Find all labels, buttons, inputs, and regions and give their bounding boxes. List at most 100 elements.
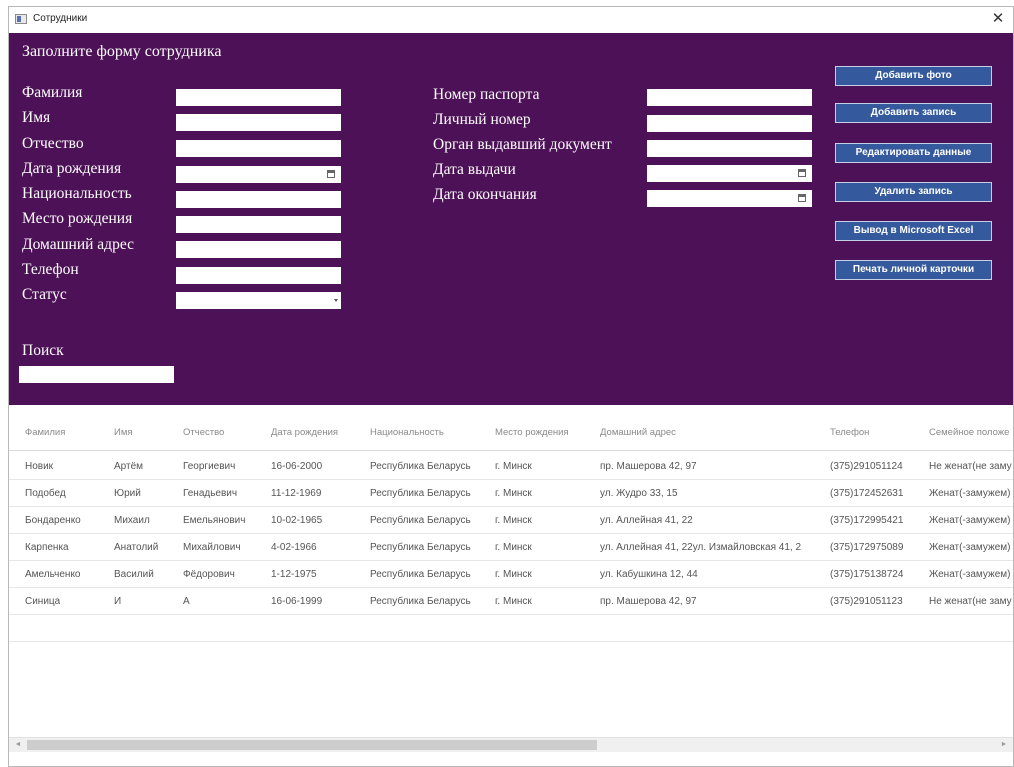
header-phone[interactable]: Телефон [830,427,869,438]
app-icon [15,14,27,24]
nationality-label: Национальность [22,185,132,202]
cell-surname: Новик [25,461,54,472]
cell-birthdate: 16-06-2000 [271,461,323,472]
cell-address: ул. Кабушкина 12, 44 [600,569,698,580]
cell-marital-status: Женат(-замужем) [929,488,1011,499]
horizontal-scrollbar[interactable]: ◄ ► [9,737,1013,752]
cell-name: Артём [114,461,144,472]
header-nationality[interactable]: Национальность [370,427,444,438]
table-header: Фамилия Имя Отчество Дата рождения Нацио… [9,406,1013,451]
issue-date-label: Дата выдачи [433,161,516,178]
cell-surname: Бондаренко [25,515,81,526]
passport-label: Номер паспорта [433,86,540,103]
cell-name: Анатолий [114,542,159,553]
cell-name: Михаил [114,515,150,526]
header-name[interactable]: Имя [114,427,133,438]
cell-nationality: Республика Беларусь [370,461,471,472]
cell-birthplace: г. Минск [495,461,532,472]
surname-field[interactable] [176,89,341,106]
add-photo-button[interactable]: Добавить фото [835,66,992,86]
cell-phone: (375)175138724 [830,569,904,580]
issuer-label: Орган выдавший документ [433,136,612,153]
patronymic-field[interactable] [176,140,341,157]
personal-number-field[interactable] [647,115,812,132]
cell-birthdate: 11-12-1969 [271,488,322,499]
scrollbar-thumb[interactable] [27,740,597,750]
edit-data-button[interactable]: Редактировать данные [835,143,992,163]
birthplace-label: Место рождения [22,210,133,227]
patronymic-label: Отчество [22,135,84,152]
header-address[interactable]: Домашний адрес [600,427,676,438]
print-card-button[interactable]: Печать личной карточки [835,260,992,280]
table-row[interactable]: Карпенка Анатолий Михайлович 4-02-1966 Р… [9,533,1013,561]
cell-patronymic: Михайлович [183,542,241,553]
header-birthdate[interactable]: Дата рождения [271,427,338,438]
chevron-down-icon[interactable] [334,299,338,302]
table-row[interactable]: Амельченко Василий Фёдорович 1-12-1975 Р… [9,560,1013,588]
cell-surname: Синица [25,596,61,607]
cell-patronymic: Георгиевич [183,461,236,472]
export-excel-button[interactable]: Вывод в Microsoft Excel [835,221,992,241]
table-row[interactable]: Бондаренко Михаил Емельянович 10-02-1965… [9,506,1013,534]
cell-birthplace: г. Минск [495,542,532,553]
cell-address: ул. Жудро 33, 15 [600,488,678,499]
close-icon[interactable]: ✕ [987,9,1009,29]
personal-number-label: Личный номер [433,111,531,128]
cell-nationality: Республика Беларусь [370,542,471,553]
address-field[interactable] [176,241,341,258]
cell-patronymic: Емельянович [183,515,246,526]
header-marital-status[interactable]: Семейное положе [929,427,1013,438]
calendar-icon[interactable] [798,169,806,177]
cell-address: пр. Машерова 42, 97 [600,596,697,607]
cell-patronymic: Генадьевич [183,488,238,499]
cell-birthplace: г. Минск [495,488,532,499]
cell-address: ул. Аллейная 41, 22 [600,515,693,526]
header-birthplace[interactable]: Место рождения [495,427,569,438]
cell-phone: (375)172452631 [830,488,904,499]
expiry-date-picker[interactable] [647,190,812,207]
delete-record-button[interactable]: Удалить запись [835,182,992,202]
cell-birthdate: 16-06-1999 [271,596,323,607]
header-patronymic[interactable]: Отчество [183,427,224,438]
cell-marital-status: Не женат(не заму [929,461,1012,472]
birthdate-label: Дата рождения [22,160,122,177]
expiry-date-label: Дата окончания [433,186,537,203]
status-select[interactable] [176,292,341,309]
calendar-icon[interactable] [798,194,806,202]
header-surname[interactable]: Фамилия [25,427,65,438]
issuer-field[interactable] [647,140,812,157]
cell-marital-status: Женат(-замужем) [929,515,1011,526]
name-label: Имя [22,109,51,126]
form-title: Заполните форму сотрудника [22,43,222,60]
add-record-button[interactable]: Добавить запись [835,103,992,123]
table-row-empty[interactable] [9,614,1013,642]
address-label: Домашний адрес [22,236,134,253]
nationality-field[interactable] [176,191,341,208]
search-label: Поиск [22,342,64,359]
scroll-left-icon[interactable]: ◄ [11,738,25,752]
issue-date-picker[interactable] [647,165,812,182]
cell-phone: (375)291051124 [830,461,903,472]
cell-nationality: Республика Беларусь [370,515,471,526]
passport-field[interactable] [647,89,812,106]
employees-table: Фамилия Имя Отчество Дата рождения Нацио… [9,406,1013,752]
table-row[interactable]: Новик Артём Георгиевич 16-06-2000 Респуб… [9,452,1013,480]
birthplace-field[interactable] [176,216,341,233]
title-bar: Сотрудники ✕ [9,7,1013,33]
table-row[interactable]: Подобед Юрий Генадьевич 11-12-1969 Респу… [9,479,1013,507]
cell-marital-status: Не женат(не заму [929,596,1012,607]
cell-patronymic: Фёдорович [183,569,235,580]
window-title: Сотрудники [33,13,88,24]
cell-surname: Подобед [25,488,66,499]
calendar-icon[interactable] [327,170,335,178]
employees-window: Сотрудники ✕ Заполните форму сотрудника … [8,6,1014,767]
name-field[interactable] [176,114,341,131]
table-row[interactable]: Синица И А 16-06-1999 Республика Беларус… [9,587,1013,615]
birthdate-picker[interactable] [176,166,341,183]
cell-birthdate: 4-02-1966 [271,542,317,553]
scroll-right-icon[interactable]: ► [997,738,1011,752]
cell-birthplace: г. Минск [495,515,532,526]
search-input[interactable] [19,366,174,383]
phone-field[interactable] [176,267,341,284]
cell-name: Василий [114,569,154,580]
